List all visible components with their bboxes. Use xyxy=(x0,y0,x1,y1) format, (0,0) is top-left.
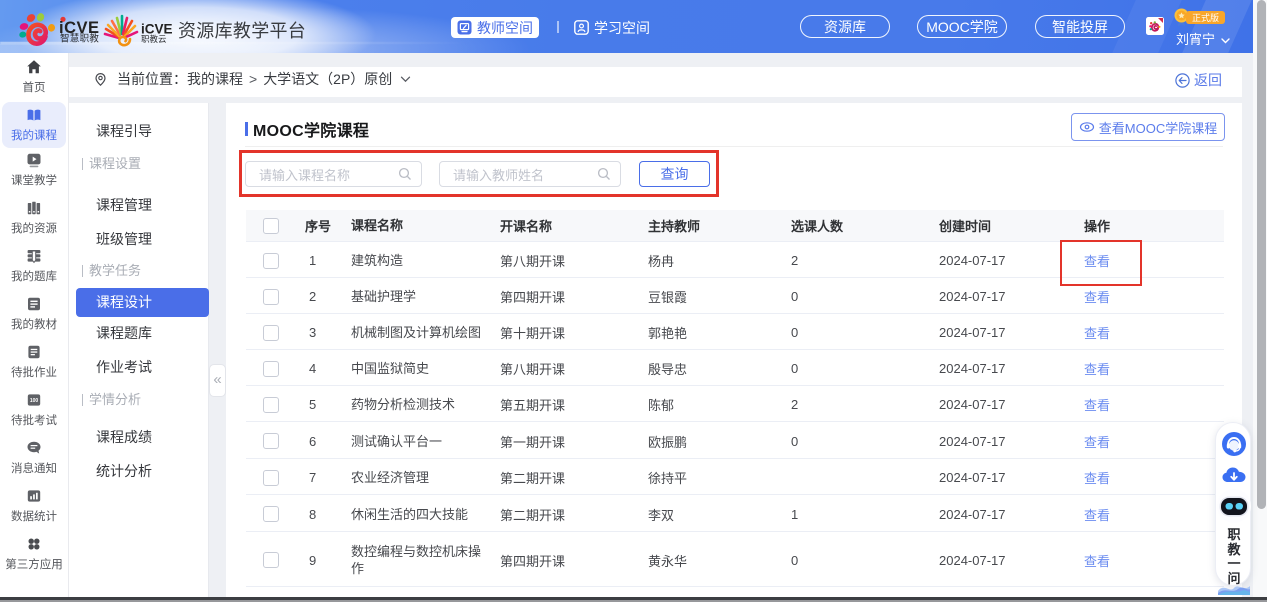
svg-text:职教云: 职教云 xyxy=(141,34,167,44)
svg-text:100: 100 xyxy=(30,398,39,404)
svg-text:智慧职教: 智慧职教 xyxy=(60,33,99,45)
